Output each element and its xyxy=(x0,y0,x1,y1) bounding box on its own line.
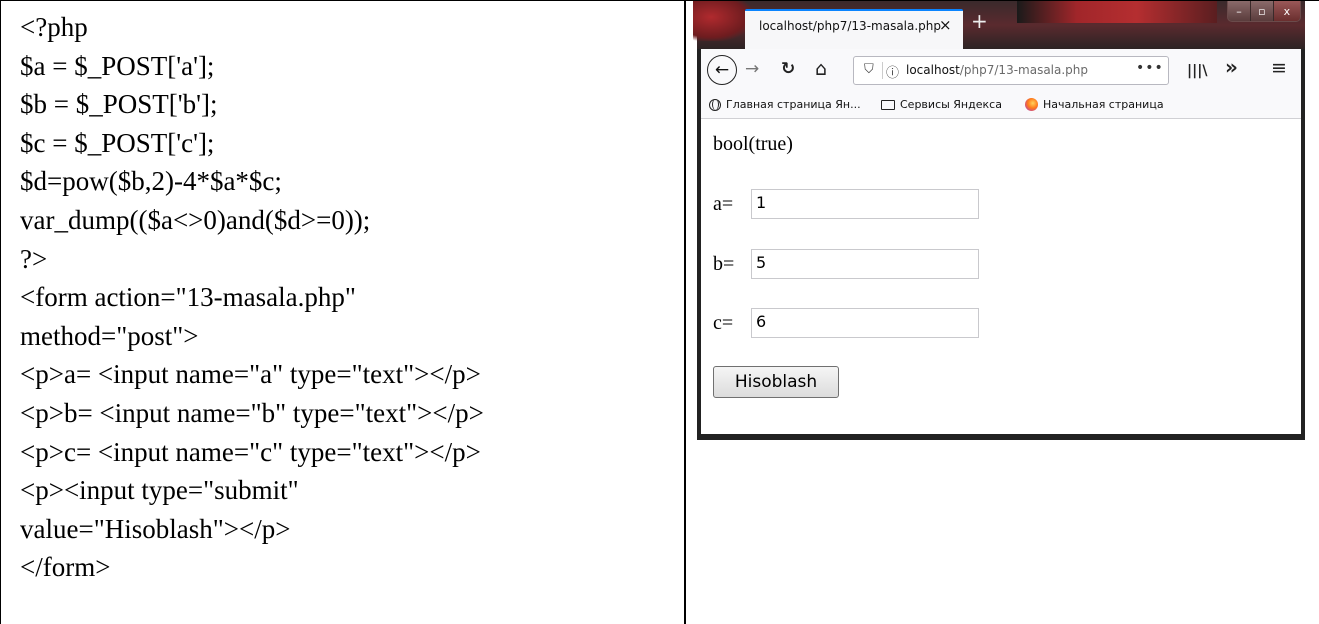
close-window-button[interactable]: x xyxy=(1272,1,1300,21)
url-path: /php7/13-masala.php xyxy=(959,63,1089,77)
titlebar-glow xyxy=(1017,1,1217,23)
code-line: value="Hisoblash"></p> xyxy=(20,513,291,544)
maximize-button[interactable]: ▫ xyxy=(1249,1,1273,21)
code-line: $c = $_POST['c']; xyxy=(20,127,215,158)
hisoblash-button[interactable]: Hisoblash xyxy=(713,366,839,398)
code-line: $a = $_POST['a']; xyxy=(20,50,215,81)
globe-icon xyxy=(709,98,721,111)
firefox-icon xyxy=(1025,98,1038,111)
c-input[interactable]: 6 xyxy=(751,308,979,338)
bookmark-item[interactable]: Главная страница Ян... xyxy=(709,98,861,111)
menu-icon[interactable]: ≡ xyxy=(1271,58,1287,78)
library-icon[interactable]: |||\ xyxy=(1187,61,1207,81)
home-icon[interactable]: ⌂ xyxy=(815,59,827,79)
column-divider xyxy=(684,0,686,624)
url-host: localhost xyxy=(906,63,960,77)
bookmark-item[interactable]: Начальная страница xyxy=(1025,98,1164,111)
field-row-b: b= 5 xyxy=(713,249,979,279)
info-icon[interactable]: ⓘ xyxy=(886,62,899,81)
titlebar-glow xyxy=(693,1,753,41)
url-separator xyxy=(882,62,883,79)
code-line: $b = $_POST['b']; xyxy=(20,89,218,120)
code-line: method="post"> xyxy=(20,320,199,351)
code-line: <form action="13-masala.php" xyxy=(20,282,356,313)
code-line: <p>c= <input name="c" type="text"></p> xyxy=(20,436,481,467)
code-line: <?php xyxy=(20,12,88,42)
bookmark-label: Начальная страница xyxy=(1043,98,1164,111)
var-dump-output: bool(true) xyxy=(713,133,793,155)
new-tab-icon[interactable]: + xyxy=(971,11,988,31)
window-controls: – ▫ x xyxy=(1227,1,1301,22)
page-actions-icon[interactable]: ••• xyxy=(1136,60,1164,76)
url-text[interactable]: localhost/php7/13-masala.php xyxy=(906,63,1088,77)
bookmarks-toolbar: Главная страница Ян... Сервисы Яндекса Н… xyxy=(701,93,1301,119)
code-line: ?> xyxy=(20,243,48,274)
navigation-toolbar: ← → ↻ ⌂ ⛉ ⓘ localhost/php7/13-masala.php… xyxy=(701,49,1301,93)
code-cell: <?php $a = $_POST['a']; $b = $_POST['b']… xyxy=(20,8,680,587)
tab-title: localhost/php7/13-masala.php xyxy=(759,19,942,33)
browser-window: localhost/php7/13-masala.php × + – ▫ x ←… xyxy=(693,1,1305,440)
code-line: </form> xyxy=(20,552,111,583)
b-input[interactable]: 5 xyxy=(751,249,979,279)
back-icon[interactable]: ← xyxy=(707,55,737,85)
bookmark-label: Сервисы Яндекса xyxy=(900,98,1002,111)
code-line: $d=pow($b,2)-4*$a*$c; xyxy=(20,166,282,197)
field-label: c= xyxy=(713,311,734,334)
tab-active[interactable]: localhost/php7/13-masala.php × xyxy=(745,9,963,49)
close-icon[interactable]: × xyxy=(939,16,952,34)
overflow-icon[interactable]: » xyxy=(1225,57,1238,77)
page-viewport: bool(true) a= 1 b= 5 c= 6 Hisoblash xyxy=(701,119,1301,434)
shield-icon[interactable]: ⛉ xyxy=(864,62,874,77)
folder-icon xyxy=(881,99,895,110)
field-row-a: a= 1 xyxy=(713,189,979,219)
url-bar[interactable]: ⛉ ⓘ localhost/php7/13-masala.php ••• xyxy=(853,56,1169,85)
reload-icon[interactable]: ↻ xyxy=(781,59,795,79)
minimize-button[interactable]: – xyxy=(1228,1,1250,21)
code-line: var_dump(($a<>0)and($d>=0)); xyxy=(20,204,371,235)
field-label: a= xyxy=(713,192,734,215)
bookmark-item[interactable]: Сервисы Яндекса xyxy=(881,98,1002,111)
field-label: b= xyxy=(713,252,735,275)
code-line: <p>b= <input name="b" type="text"></p> xyxy=(20,397,484,428)
bookmark-label: Главная страница Ян... xyxy=(726,98,861,111)
field-row-c: c= 6 xyxy=(713,308,979,338)
forward-icon[interactable]: → xyxy=(745,59,759,79)
code-line: <p><input type="submit" xyxy=(20,475,299,506)
code-line: <p>a= <input name="a" type="text"></p> xyxy=(20,359,481,390)
a-input[interactable]: 1 xyxy=(751,189,979,219)
